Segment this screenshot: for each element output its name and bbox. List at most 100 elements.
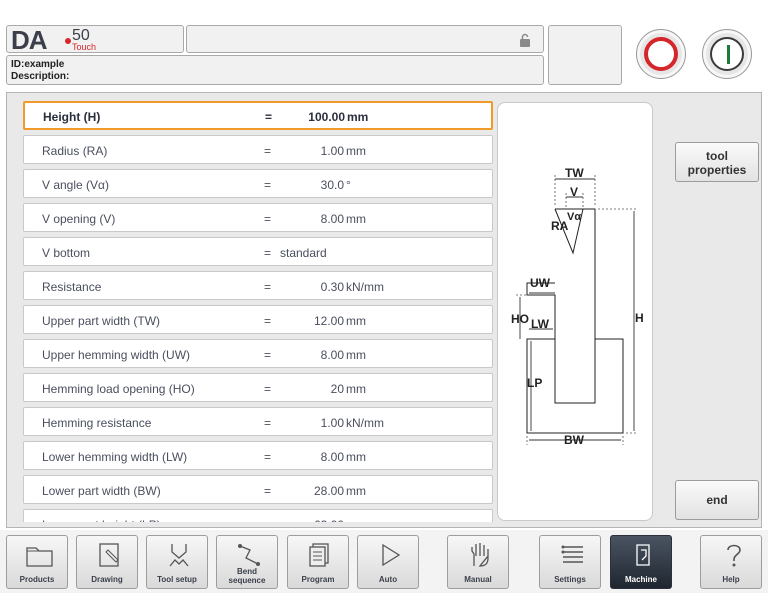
parameter-label: V opening (V) <box>42 212 116 226</box>
diagram-label-h: H <box>635 311 644 325</box>
unlock-icon[interactable] <box>519 33 531 47</box>
parameter-unit: kN/mm <box>346 280 384 294</box>
parameter-equals: = <box>264 314 272 328</box>
nav-tool-setup-button[interactable]: Tool setup <box>146 535 208 589</box>
nav-label: Auto <box>378 575 398 584</box>
parameter-unit: kN/mm <box>346 416 384 430</box>
nav-label: Tool setup <box>157 575 197 584</box>
parameter-label: Height (H) <box>43 110 101 124</box>
nav-label-line-2: sequence <box>228 576 266 585</box>
tool-setup-icon <box>169 544 189 567</box>
app-window: DA 50 Touch ID:example Description: Heig… <box>0 0 768 615</box>
play-icon <box>382 543 401 567</box>
diagram-label-tw: TW <box>565 166 584 180</box>
start-button[interactable] <box>702 29 752 79</box>
nav-label: Machine <box>624 575 657 584</box>
product-id: ID:example <box>11 59 65 70</box>
nav-drawing-button[interactable]: Drawing <box>76 535 138 589</box>
parameter-equals: = <box>264 518 271 522</box>
parameter-row[interactable]: Hemming load opening (HO) = 20 mm <box>23 373 493 402</box>
header-bar: DA 50 Touch ID:example Description: <box>0 22 768 90</box>
parameter-label: Upper hemming width (UW) <box>42 348 191 362</box>
parameter-label: Hemming load opening (HO) <box>42 382 195 396</box>
parameter-label: Resistance <box>42 280 102 294</box>
parameter-equals: = <box>264 450 272 464</box>
diagram-label-ho: HO <box>511 312 529 326</box>
parameter-row[interactable]: Upper part width (TW) = 12.00 mm <box>23 305 493 334</box>
tool-properties-button[interactable]: tool properties <box>675 142 759 182</box>
pages-icon <box>309 543 329 567</box>
nav-bend-sequence-button[interactable]: Bend sequence <box>216 535 278 589</box>
bottom-navigation: Products Drawing Tool setup Bend sequence Pro… <box>0 530 768 593</box>
nav-label: Manual <box>464 575 492 584</box>
nav-machine-button[interactable]: Machine <box>610 535 672 589</box>
diagram-label-v: V <box>570 185 578 199</box>
nav-products-button[interactable]: Products <box>6 535 68 589</box>
parameter-row[interactable]: Upper hemming width (UW) = 8.00 mm <box>23 339 493 368</box>
parameter-row[interactable]: V opening (V) = 8.00 mm <box>23 203 493 232</box>
end-button[interactable]: end <box>675 480 759 520</box>
parameter-equals: = <box>264 178 272 192</box>
parameter-unit: mm <box>346 382 366 396</box>
parameter-value: 28.00 <box>313 484 344 498</box>
parameter-row[interactable]: Hemming resistance = 1.00 kN/mm <box>23 407 493 436</box>
parameter-value: 1.00 <box>320 416 344 430</box>
nav-program-button[interactable]: Program <box>287 535 349 589</box>
parameter-row[interactable]: Resistance = 0.30 kN/mm <box>23 271 493 300</box>
parameter-row[interactable]: Lower hemming width (LW) = 8.00 mm <box>23 441 493 470</box>
parameter-row[interactable]: Lower part width (BW) = 28.00 mm <box>23 475 493 504</box>
nav-label: Products <box>19 575 55 584</box>
parameter-row[interactable]: Lower part height (LP) = 63.00mm <box>23 509 493 522</box>
parameter-value: standard <box>280 246 327 260</box>
parameter-unit: mm <box>346 450 366 464</box>
parameter-equals: = <box>264 382 272 396</box>
parameter-equals: = <box>264 484 272 498</box>
diagram-label-lw: LW <box>531 317 550 331</box>
main-panel: Height (H) = 100.00 mm Radius (RA) = 1.00 mm V a… <box>6 92 762 528</box>
nav-manual-button[interactable]: Manual <box>447 535 509 589</box>
parameter-unit: mm <box>346 144 366 158</box>
parameter-unit: ° <box>346 178 351 192</box>
nav-label: Program <box>301 575 335 584</box>
blank-panel <box>548 25 622 85</box>
parameter-list[interactable]: Height (H) = 100.00 mm Radius (RA) = 1.00 mm V a… <box>23 101 495 522</box>
parameter-label: Radius (RA) <box>42 144 108 158</box>
tool-properties-label-2: properties <box>687 163 747 177</box>
footer-strip <box>0 596 768 615</box>
diagram-label-bw: BW <box>564 433 585 447</box>
parameter-value: 8.00 <box>320 450 344 464</box>
parameter-equals: = <box>264 144 272 158</box>
parameter-value: 8.00 <box>320 212 344 226</box>
nav-label-line-1: Bend <box>237 567 257 576</box>
list-icon <box>561 545 583 563</box>
product-info-box: ID:example Description: <box>6 55 544 85</box>
start-bar <box>727 45 730 64</box>
nav-help-button[interactable]: Help <box>700 535 762 589</box>
product-description: Description: <box>11 71 70 82</box>
pencil-icon <box>99 543 119 567</box>
parameter-equals: = <box>264 246 272 260</box>
parameter-row[interactable]: Radius (RA) = 1.00 mm <box>23 135 493 164</box>
parameter-unit: mm <box>346 348 366 362</box>
parameter-label: Hemming resistance <box>42 416 152 430</box>
stop-button[interactable] <box>636 29 686 79</box>
parameter-equals: = <box>264 348 272 362</box>
parameter-row[interactable]: V angle (Vα) = 30.0 ° <box>23 169 493 198</box>
parameter-unit: mm <box>346 518 366 522</box>
machine-icon <box>636 544 650 566</box>
bend-sequence-icon <box>238 544 260 566</box>
parameter-equals: = <box>264 416 272 430</box>
parameter-row[interactable]: V bottom = standard <box>23 237 493 266</box>
nav-label: Drawing <box>91 575 123 584</box>
tool-diagram-panel: TW V Vα RA UW HO LW LP H BW <box>497 102 653 521</box>
question-icon <box>727 544 741 567</box>
parameter-unit: mm <box>346 212 366 226</box>
stop-icon <box>644 37 678 71</box>
parameter-unit: mm <box>347 110 369 124</box>
parameter-value: 12.00 <box>313 314 344 328</box>
folder-icon <box>26 547 53 567</box>
nav-settings-button[interactable]: Settings <box>539 535 601 589</box>
parameter-value: 30.0 <box>320 178 344 192</box>
parameter-row[interactable]: Height (H) = 100.00 mm <box>23 101 493 130</box>
nav-auto-button[interactable]: Auto <box>357 535 419 589</box>
